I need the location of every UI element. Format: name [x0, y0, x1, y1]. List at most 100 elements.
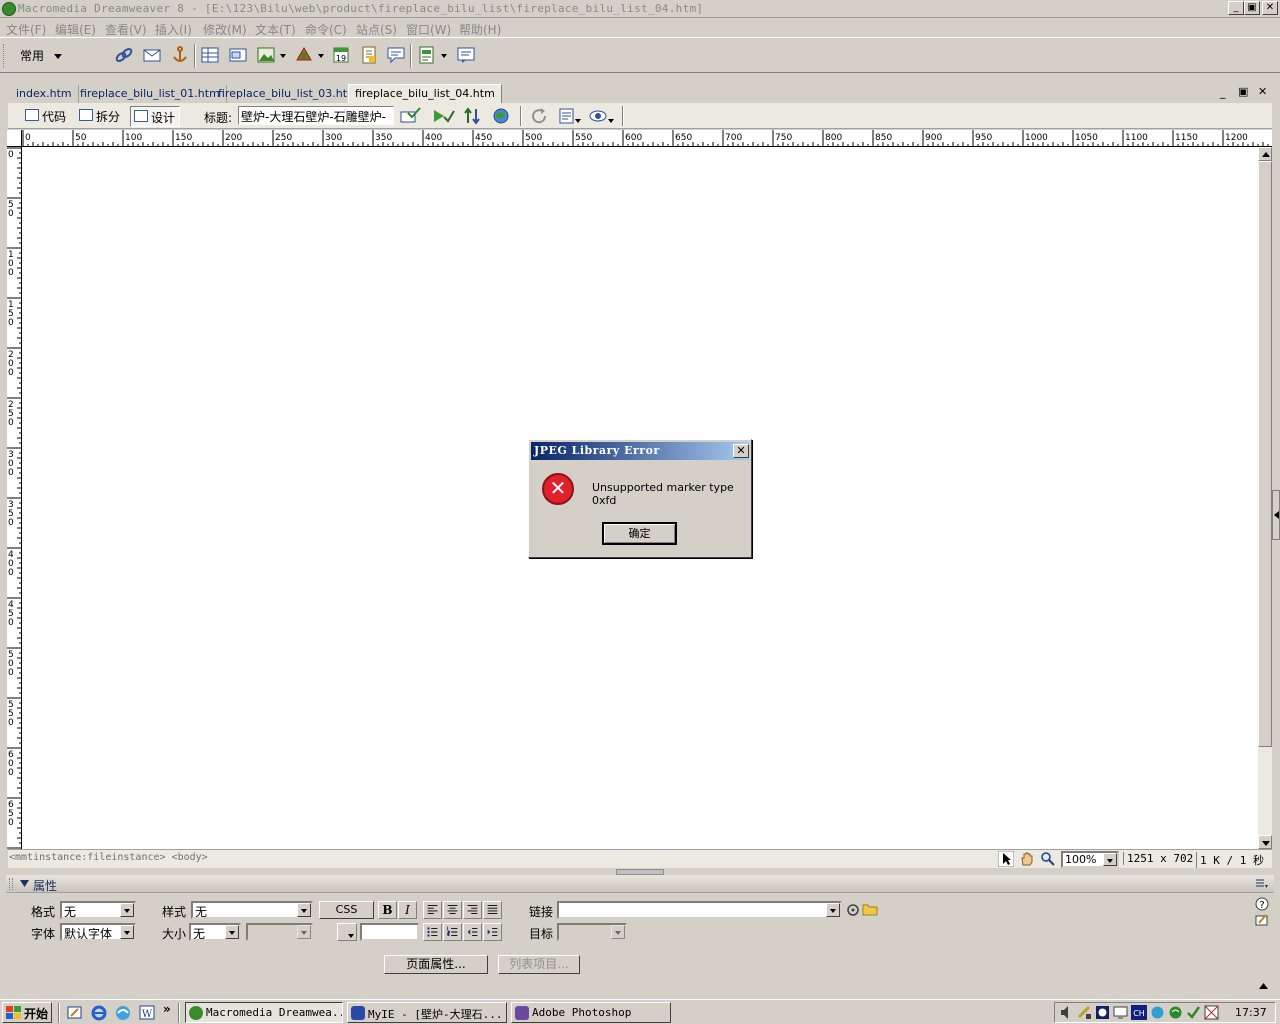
menu-view[interactable]: 查看(V): [105, 21, 147, 38]
unordered-list-icon[interactable]: [423, 923, 442, 941]
size-select[interactable]: 无: [189, 923, 241, 941]
tab-list-01[interactable]: fireplace_bilu_list_01.htm: [74, 85, 227, 103]
list-item-button[interactable]: 列表项目...: [498, 955, 580, 974]
tag-chooser-icon[interactable]: [456, 45, 476, 65]
menu-edit[interactable]: 编辑(E): [55, 21, 96, 38]
table-icon[interactable]: [200, 45, 220, 65]
align-justify-icon[interactable]: [483, 901, 502, 919]
visual-aids-icon[interactable]: [588, 107, 616, 125]
file-management-icon[interactable]: [462, 107, 486, 125]
refresh-icon[interactable]: [530, 107, 550, 125]
image-icon[interactable]: [256, 45, 276, 65]
horizontal-ruler[interactable]: 0 50 100 150 200 250 300 350 400 450 500 550 600 650 7…: [22, 130, 1272, 147]
design-view-button[interactable]: 设计: [130, 106, 181, 127]
dialog-title-bar[interactable]: JPEG Library Error ✕: [531, 442, 749, 460]
text-color-picker[interactable]: [337, 923, 357, 941]
page-title-input[interactable]: 壁炉-大理石壁炉-石雕壁炉-: [238, 106, 394, 125]
named-anchor-icon[interactable]: [170, 45, 190, 65]
scroll-thumb[interactable]: [1258, 161, 1272, 747]
menu-insert[interactable]: 插入(I): [155, 21, 192, 38]
css-button[interactable]: CSS: [319, 901, 374, 919]
browse-folder-icon[interactable]: [862, 902, 878, 916]
quick-launch-more-icon[interactable]: »: [163, 1002, 171, 1016]
point-to-file-icon[interactable]: [846, 903, 860, 917]
task-dreamweaver[interactable]: Macromedia Dreamwea...: [185, 1002, 343, 1023]
align-center-icon[interactable]: [443, 901, 462, 919]
media-icon[interactable]: [294, 45, 314, 65]
align-left-icon[interactable]: [423, 901, 442, 919]
page-properties-button[interactable]: 页面属性...: [384, 955, 488, 974]
window-size-readout[interactable]: 1251 x 702: [1123, 852, 1193, 865]
menu-window[interactable]: 窗口(W): [406, 21, 451, 38]
align-right-icon[interactable]: [463, 901, 482, 919]
insert-bar-grip[interactable]: [3, 44, 7, 68]
size-unit-select[interactable]: [246, 923, 313, 941]
menu-file[interactable]: 文件(F): [6, 21, 46, 38]
doc-restore-button[interactable]: ▣: [1238, 85, 1248, 98]
close-button[interactable]: ✕: [1262, 1, 1278, 15]
ruler-origin[interactable]: [7, 130, 22, 147]
internet-explorer-icon[interactable]: [90, 1004, 108, 1021]
validate-markup-icon[interactable]: [432, 107, 456, 125]
code-view-button[interactable]: 代码: [22, 106, 70, 127]
ok-button[interactable]: 确定: [602, 522, 677, 545]
tab-index[interactable]: index.htm: [10, 85, 79, 103]
hyperlink-icon[interactable]: [114, 45, 134, 65]
chevron-down-icon[interactable]: [279, 52, 287, 60]
date-icon[interactable]: 19: [331, 45, 351, 65]
style-select[interactable]: 无: [191, 901, 313, 919]
menu-help[interactable]: 帮助(H): [459, 21, 501, 38]
link-input[interactable]: [557, 901, 842, 919]
volume-icon[interactable]: [1059, 1005, 1073, 1020]
italic-button[interactable]: I: [398, 901, 417, 919]
format-select[interactable]: 无: [60, 901, 136, 919]
collapse-triangle-icon[interactable]: [20, 880, 29, 887]
text-color-input[interactable]: [360, 923, 419, 941]
doc-minimize-button[interactable]: _: [1220, 86, 1226, 99]
vertical-ruler[interactable]: 050100150200250300350400450500550600650: [7, 147, 22, 849]
pointer-tool-icon[interactable]: [998, 851, 1014, 867]
chevron-down-icon[interactable]: [440, 52, 448, 60]
word-icon[interactable]: W: [138, 1004, 156, 1021]
menu-site[interactable]: 站点(S): [356, 21, 397, 38]
email-link-icon[interactable]: [142, 45, 162, 65]
templates-icon[interactable]: [417, 45, 437, 65]
ordered-list-icon[interactable]: [443, 923, 462, 941]
tab-list-03[interactable]: fireplace_bilu_list_03.htm: [212, 85, 365, 103]
view-options-icon[interactable]: [558, 107, 582, 125]
scroll-down-button[interactable]: [1258, 835, 1272, 849]
start-button[interactable]: 开始: [2, 1002, 52, 1023]
show-desktop-icon[interactable]: [66, 1004, 84, 1021]
display-icon[interactable]: [1113, 1005, 1128, 1020]
scroll-up-button[interactable]: [1258, 147, 1272, 161]
properties-header[interactable]: 属性: [6, 875, 1274, 893]
tab-list-04[interactable]: fireplace_bilu_list_04.htm: [348, 84, 502, 104]
help-icon[interactable]: ?: [1255, 897, 1269, 911]
expand-triangle-icon[interactable]: [1259, 983, 1268, 989]
layer-icon[interactable]: [228, 45, 248, 65]
preview-browser-icon[interactable]: [492, 107, 516, 125]
vertical-scrollbar[interactable]: [1258, 147, 1272, 849]
split-view-button[interactable]: 拆分: [76, 106, 124, 127]
chevron-down-icon[interactable]: [317, 52, 325, 60]
input-method-icon[interactable]: CH: [1131, 1005, 1147, 1020]
messenger-icon[interactable]: [1168, 1005, 1183, 1020]
options-menu-icon[interactable]: [1256, 879, 1268, 889]
comment-icon[interactable]: [386, 45, 406, 65]
quick-tag-editor-icon[interactable]: [1255, 913, 1269, 927]
qq-icon[interactable]: [1150, 1005, 1165, 1020]
panel-expander[interactable]: [1272, 490, 1280, 540]
tray-app-icon[interactable]: [1204, 1005, 1219, 1020]
indent-icon[interactable]: [483, 923, 502, 941]
task-photoshop[interactable]: Adobe Photoshop: [511, 1002, 671, 1023]
doc-close-button[interactable]: ✕: [1258, 85, 1267, 98]
security-check-icon[interactable]: [1186, 1005, 1201, 1020]
outdent-icon[interactable]: [463, 923, 482, 941]
dialog-close-button[interactable]: ✕: [733, 444, 749, 458]
target-select[interactable]: [557, 923, 627, 941]
zoom-select[interactable]: 100%: [1061, 851, 1119, 868]
browser-check-icon[interactable]: [400, 107, 424, 125]
hand-tool-icon[interactable]: [1019, 851, 1035, 867]
server-side-include-icon[interactable]: [359, 45, 379, 65]
maximize-button[interactable]: ▣: [1244, 1, 1260, 15]
